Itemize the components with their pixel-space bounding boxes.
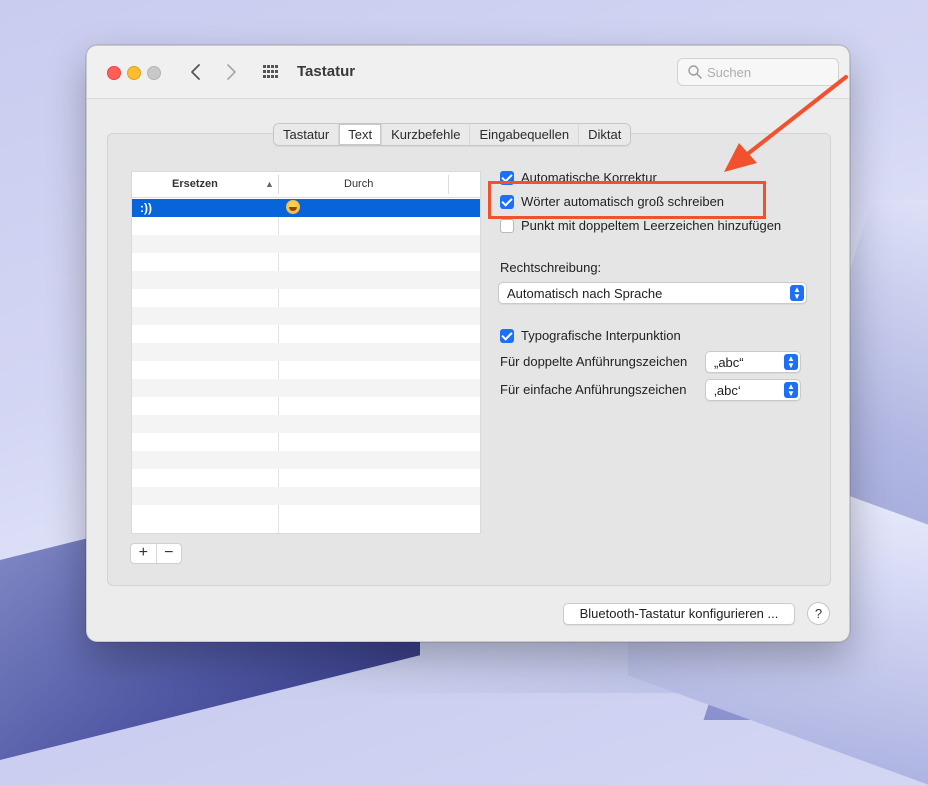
single-quotes-value: ‚abc‘ [714,383,741,398]
tab-kurzbefehle[interactable]: Kurzbefehle [382,124,471,145]
double-space-period-option[interactable]: Punkt mit doppeltem Leerzeichen hinzufüg… [500,218,781,233]
table-row-empty [132,289,480,307]
tab-eingabequellen[interactable]: Eingabequellen [470,124,580,145]
window-title: Tastatur [297,63,356,80]
spelling-label: Rechtschreibung: [500,260,602,275]
table-row-empty [132,415,480,433]
chevron-left-icon [191,64,200,80]
updown-chevron-icon: ▲ ▼ [790,285,804,301]
laughing-emoji-icon [286,200,300,214]
table-row-empty [132,325,480,343]
tab-text[interactable]: Text [339,124,383,145]
table-row-empty [132,253,480,271]
replace-cell: :)) [140,201,152,215]
show-all-grid-icon[interactable] [263,65,279,79]
back-button[interactable] [184,60,206,84]
search-field[interactable]: Suchen [677,58,839,86]
search-icon [688,65,702,79]
table-row-empty [132,271,480,289]
table-row-empty [132,433,480,451]
single-quotes-label: Für einfache Anführungszeichen [500,382,687,397]
close-window-button[interactable] [107,66,121,80]
table-row-empty [132,397,480,415]
forward-button[interactable] [221,60,243,84]
smart-punctuation-option[interactable]: Typografische Interpunktion [500,328,681,343]
table-rows: :)) [132,199,480,523]
double-quotes-value: „abc“ [714,355,744,370]
column-divider [278,175,279,194]
table-row-empty [132,451,480,469]
double-quotes-select[interactable]: „abc“ ▲ ▼ [705,351,801,373]
add-button[interactable]: + [131,544,157,563]
updown-chevron-icon: ▲ ▼ [784,354,798,370]
spelling-value: Automatisch nach Sprache [507,286,663,301]
sort-ascending-icon: ▲ [265,179,274,189]
keyboard-preferences-window: Tastatur Suchen Tastatur Text Kurzbefehl… [86,45,850,642]
smart-punctuation-label: Typografische Interpunktion [521,328,681,343]
configure-bluetooth-keyboard-button[interactable]: Bluetooth-Tastatur konfigurieren ... [563,603,795,625]
double-space-period-label: Punkt mit doppeltem Leerzeichen hinzufüg… [521,218,782,233]
table-row-empty [132,217,480,235]
table-row-empty [132,361,480,379]
tab-tastatur[interactable]: Tastatur [274,124,340,145]
table-header: Ersetzen ▲ Durch [132,172,480,198]
table-row-empty [132,343,480,361]
spelling-select[interactable]: Automatisch nach Sprache ▲ ▼ [498,282,807,304]
updown-chevron-icon: ▲ ▼ [784,382,798,398]
column-header-replace[interactable]: Ersetzen [172,178,218,190]
table-row-empty [132,379,480,397]
with-cell [286,200,300,217]
table-row-empty [132,307,480,325]
table-row-empty [132,469,480,487]
double-space-period-checkbox[interactable] [500,218,514,233]
remove-button[interactable]: − [157,544,182,563]
title-bar: Tastatur Suchen [87,46,849,99]
zoom-window-button[interactable] [147,66,161,80]
double-quotes-label: Für doppelte Anführungszeichen [500,354,688,369]
tab-diktat[interactable]: Diktat [579,124,631,145]
table-row-empty [132,235,480,253]
text-replacement-table[interactable]: Ersetzen ▲ Durch :)) [131,171,481,534]
chevron-right-icon [227,64,236,80]
search-placeholder: Suchen [707,65,752,80]
tab-bar: Tastatur Text Kurzbefehle Eingabequellen… [273,123,632,146]
smart-punctuation-checkbox[interactable] [500,328,514,343]
help-button[interactable]: ? [807,602,830,625]
minimize-window-button[interactable] [127,66,141,80]
annotation-highlight-box [488,181,766,219]
column-divider [448,175,449,194]
add-remove-control: + − [130,543,182,564]
table-row-empty [132,487,480,505]
table-row[interactable]: :)) [132,199,480,217]
column-header-with[interactable]: Durch [344,178,373,190]
table-row-empty [132,505,480,523]
single-quotes-select[interactable]: ‚abc‘ ▲ ▼ [705,379,801,401]
